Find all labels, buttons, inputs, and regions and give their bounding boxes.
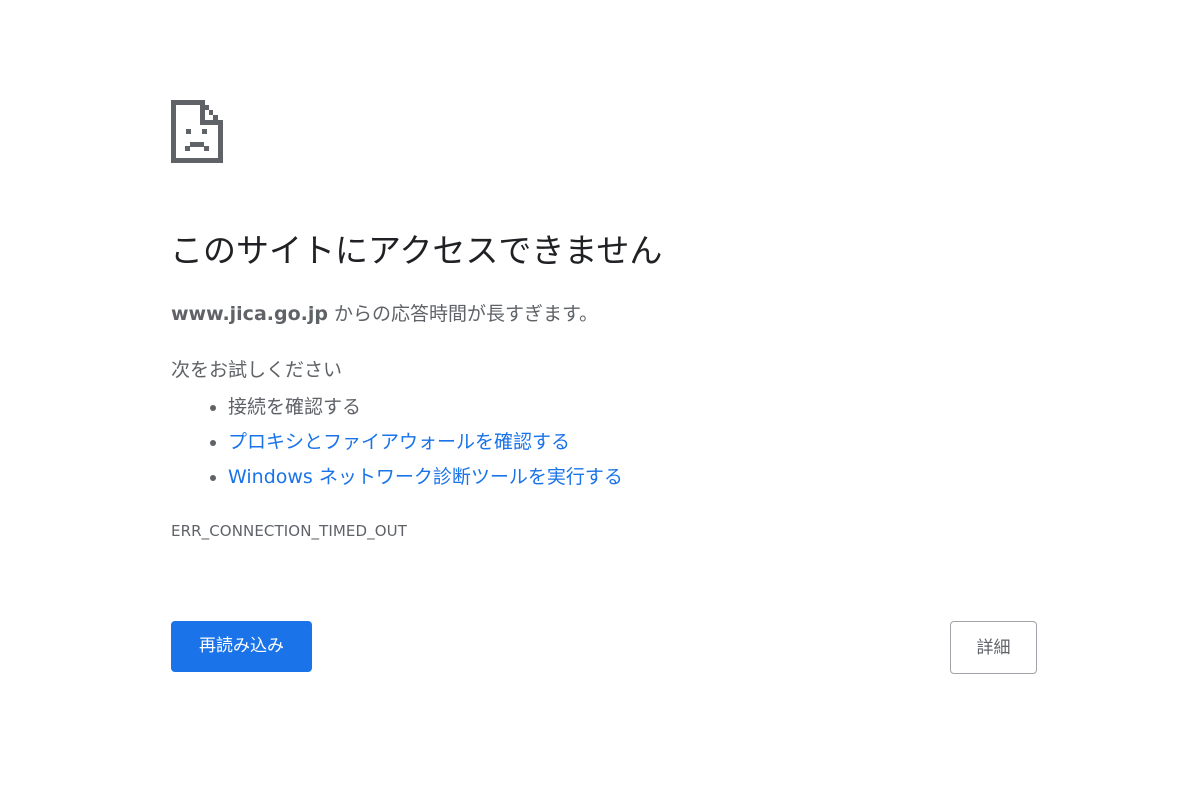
error-page: このサイトにアクセスできません www.jica.go.jp からの応答時間が長… [0, 0, 1200, 799]
host-name: www.jica.go.jp [171, 303, 328, 325]
suggestion-run-network-diagnostics[interactable]: Windows ネットワーク診断ツールを実行する [208, 460, 623, 495]
details-button[interactable]: 詳細 [950, 621, 1037, 674]
suggestions-list: 接続を確認する プロキシとファイアウォールを確認する Windows ネットワー… [208, 390, 623, 495]
error-code: ERR_CONNECTION_TIMED_OUT [171, 522, 408, 540]
bullet-icon [210, 475, 216, 481]
sad-document-icon [171, 100, 223, 163]
bullet-icon [210, 405, 216, 411]
error-summary: www.jica.go.jp からの応答時間が長すぎます。 [171, 300, 598, 328]
suggestions-heading: 次をお試しください [171, 359, 343, 381]
page-title: このサイトにアクセスできません [170, 231, 663, 270]
bullet-icon [210, 440, 216, 446]
run-network-diagnostics-link[interactable]: Windows ネットワーク診断ツールを実行する [228, 466, 623, 488]
suggestion-label: 接続を確認する [228, 396, 362, 418]
reload-button[interactable]: 再読み込み [171, 621, 312, 672]
suggestion-check-proxy-firewall[interactable]: プロキシとファイアウォールを確認する [208, 425, 623, 460]
summary-message: からの応答時間が長すぎます。 [327, 303, 599, 325]
check-proxy-firewall-link[interactable]: プロキシとファイアウォールを確認する [228, 431, 570, 453]
suggestion-check-connection: 接続を確認する [208, 390, 623, 425]
